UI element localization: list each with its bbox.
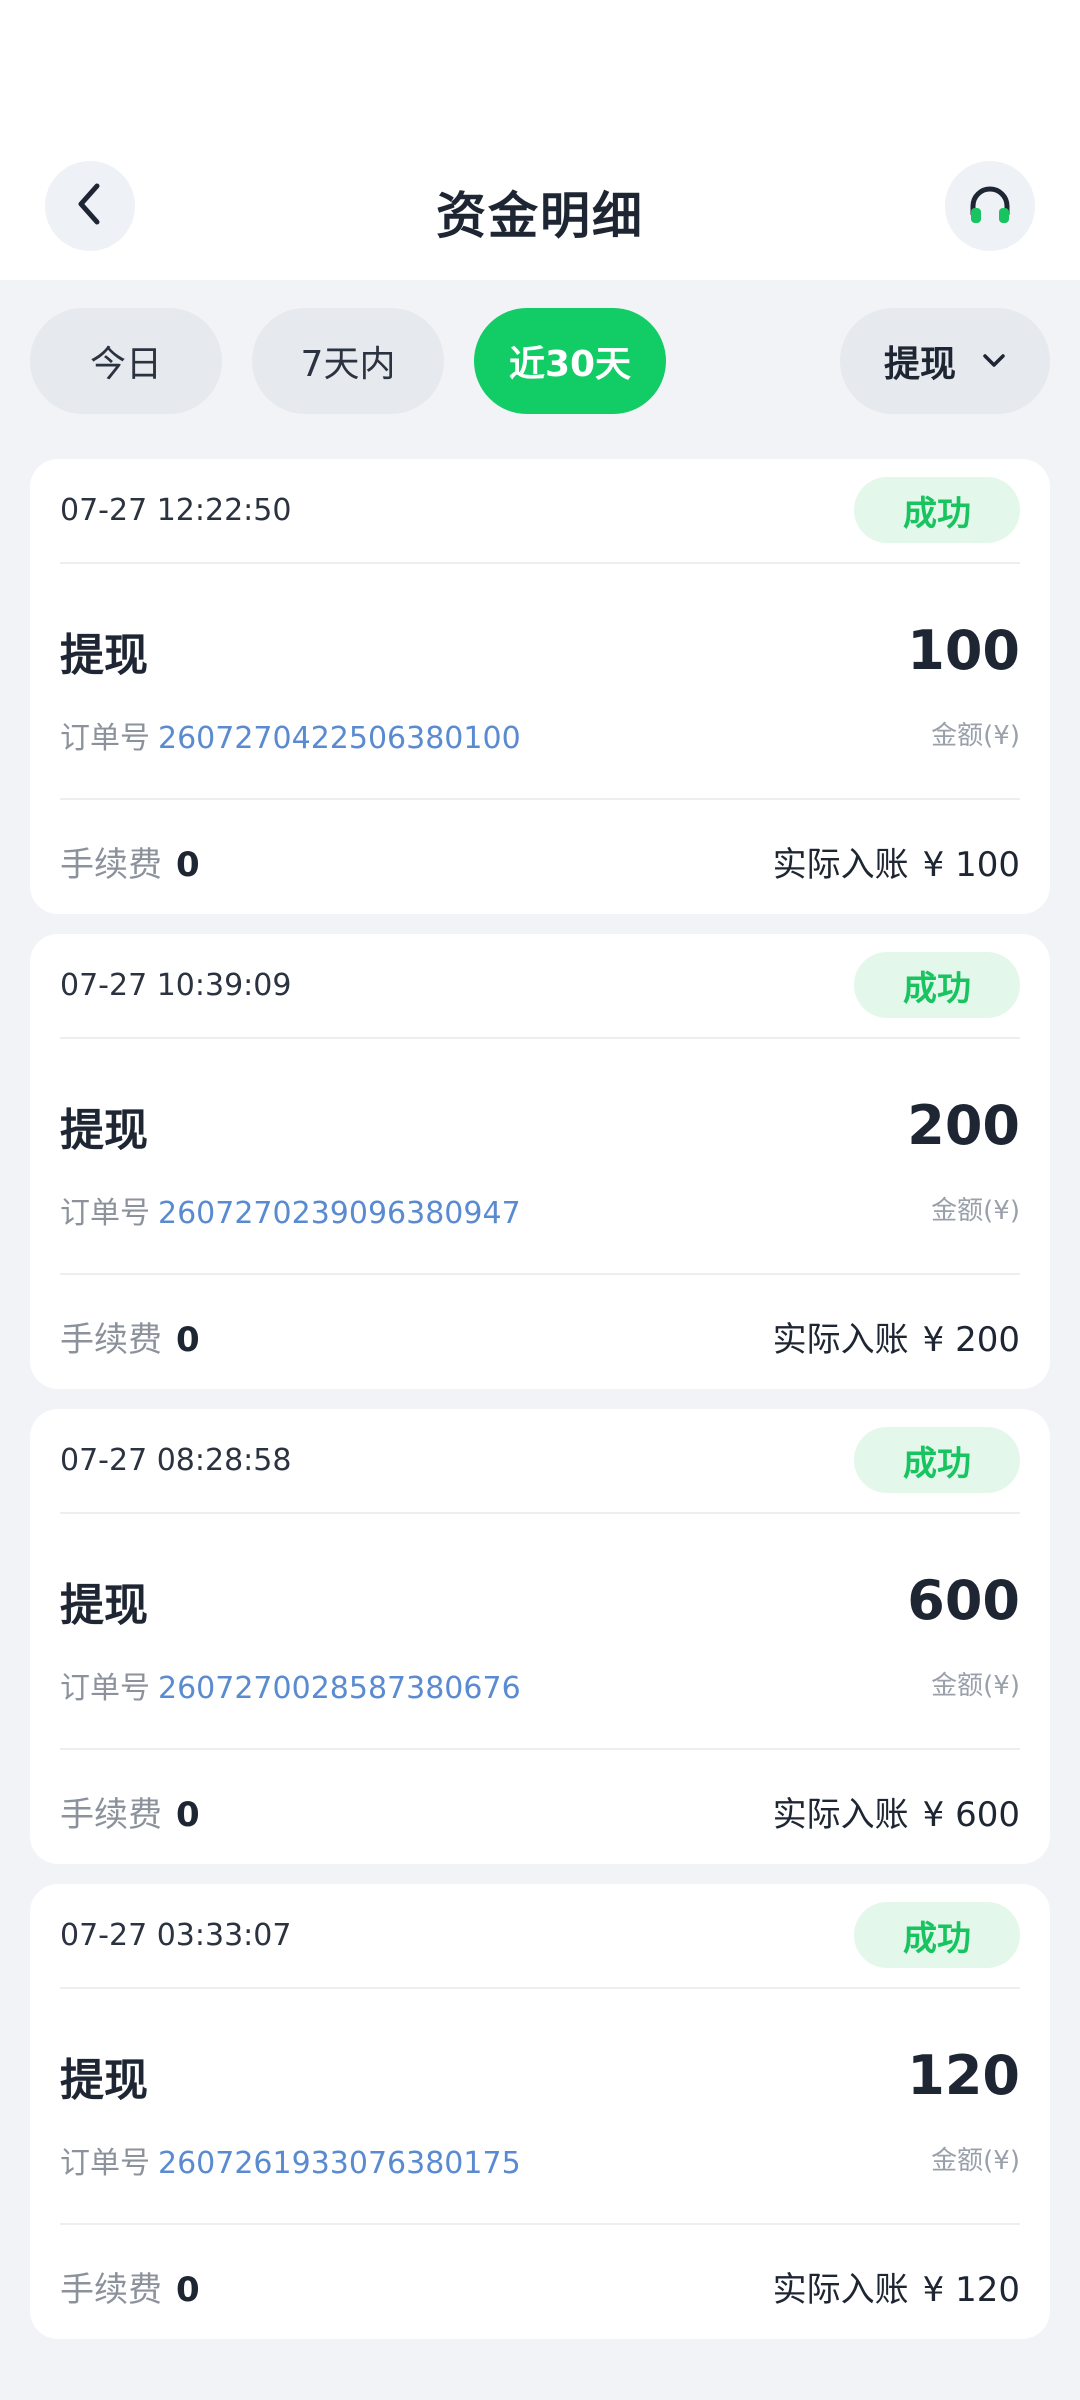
currency-symbol: ¥: [922, 845, 945, 885]
record-amount: 200: [907, 1094, 1020, 1157]
currency-symbol: ¥: [922, 2270, 945, 2310]
divider: [60, 1748, 1020, 1750]
fee-info: 手续费 0: [60, 837, 200, 886]
fee-label: 手续费: [60, 1795, 162, 1835]
currency-symbol: ¥: [922, 1795, 945, 1835]
actual-label: 实际入账: [772, 845, 909, 885]
filter-7-days[interactable]: 7天内: [252, 308, 444, 414]
fee-label: 手续费: [60, 2270, 162, 2310]
divider: [60, 1037, 1020, 1039]
header: 资金明细: [0, 0, 1080, 280]
actual-credit: 实际入账 ¥ 200: [773, 1312, 1020, 1361]
divider: [60, 562, 1020, 564]
actual-value: 200: [955, 1320, 1020, 1360]
fee-value: 0: [176, 1320, 200, 1360]
order-number[interactable]: 2607270422506380100: [158, 721, 521, 756]
record-type: 提现: [60, 630, 148, 681]
order-label: 订单号: [60, 2146, 150, 2181]
filter-today[interactable]: 今日: [30, 308, 222, 414]
record-type: 提现: [60, 2055, 148, 2106]
record-time: 07-27 10:39:09: [60, 968, 292, 1003]
fee-info: 手续费 0: [60, 2262, 200, 2311]
record-time: 07-27 12:22:50: [60, 493, 292, 528]
record-time: 07-27 03:33:07: [60, 1918, 292, 1953]
amount-unit-label: 金额(¥): [931, 1671, 1020, 1701]
actual-credit: 实际入账 ¥ 100: [773, 837, 1020, 886]
order-label: 订单号: [60, 1671, 150, 1706]
actual-value: 120: [955, 2270, 1020, 2310]
order-info: 订单号 2607270422506380100: [60, 713, 521, 757]
fee-value: 0: [176, 2270, 200, 2310]
order-info: 订单号 2607270028587380676: [60, 1663, 521, 1707]
actual-credit: 实际入账 ¥ 120: [773, 2262, 1020, 2311]
status-badge: 成功: [854, 1902, 1020, 1968]
record-amount: 100: [907, 619, 1020, 682]
chevron-down-icon: [982, 353, 1006, 369]
amount-unit-label: 金额(¥): [931, 1196, 1020, 1226]
actual-value: 100: [955, 845, 1020, 885]
record-amount: 120: [907, 2044, 1020, 2107]
fee-info: 手续费 0: [60, 1787, 200, 1836]
record-card[interactable]: 07-27 10:39:09 成功 提现 200 订单号 260727023909…: [30, 934, 1050, 1389]
record-card[interactable]: 07-27 08:28:58 成功 提现 600 订单号 260727002858…: [30, 1409, 1050, 1864]
divider: [60, 1273, 1020, 1275]
divider: [60, 2223, 1020, 2225]
record-amount: 600: [907, 1569, 1020, 1632]
fee-value: 0: [176, 1795, 200, 1835]
fee-value: 0: [176, 845, 200, 885]
status-badge: 成功: [854, 952, 1020, 1018]
order-number[interactable]: 2607261933076380175: [158, 2146, 521, 2181]
page-title: 资金明细: [436, 187, 644, 245]
divider: [60, 1512, 1020, 1514]
customer-service-button[interactable]: [945, 161, 1035, 251]
fee-label: 手续费: [60, 845, 162, 885]
order-info: 订单号 2607261933076380175: [60, 2138, 521, 2182]
actual-label: 实际入账: [772, 1320, 909, 1360]
actual-label: 实际入账: [772, 1795, 909, 1835]
divider: [60, 798, 1020, 800]
amount-unit-label: 金额(¥): [931, 721, 1020, 751]
record-card[interactable]: 07-27 12:22:50 成功 提现 100 订单号 260727042250…: [30, 459, 1050, 914]
divider: [60, 1987, 1020, 1989]
order-number[interactable]: 2607270239096380947: [158, 1196, 521, 1231]
actual-label: 实际入账: [772, 2270, 909, 2310]
fee-label: 手续费: [60, 1320, 162, 1360]
type-select-dropdown[interactable]: 提现: [840, 308, 1050, 414]
order-label: 订单号: [60, 1196, 150, 1231]
actual-value: 600: [955, 1795, 1020, 1835]
record-type: 提现: [60, 1105, 148, 1156]
headphones-icon: [968, 184, 1012, 228]
record-type: 提现: [60, 1580, 148, 1631]
order-number[interactable]: 2607270028587380676: [158, 1671, 521, 1706]
amount-unit-label: 金额(¥): [931, 2146, 1020, 2176]
filter-bar: 今日 7天内 近30天 提现: [0, 308, 1080, 414]
currency-symbol: ¥: [922, 1320, 945, 1360]
page: 资金明细 今日 7天内 近30天 提现 07-27 12:22:50 成功 提现…: [0, 0, 1080, 2400]
order-info: 订单号 2607270239096380947: [60, 1188, 521, 1232]
order-label: 订单号: [60, 721, 150, 756]
filter-30-days[interactable]: 近30天: [474, 308, 666, 414]
record-time: 07-27 08:28:58: [60, 1443, 292, 1478]
status-badge: 成功: [854, 477, 1020, 543]
type-select-value: 提现: [883, 344, 956, 385]
fee-info: 手续费 0: [60, 1312, 200, 1361]
actual-credit: 实际入账 ¥ 600: [773, 1787, 1020, 1836]
status-badge: 成功: [854, 1427, 1020, 1493]
record-card[interactable]: 07-27 03:33:07 成功 提现 120 订单号 260726193307…: [30, 1884, 1050, 2339]
